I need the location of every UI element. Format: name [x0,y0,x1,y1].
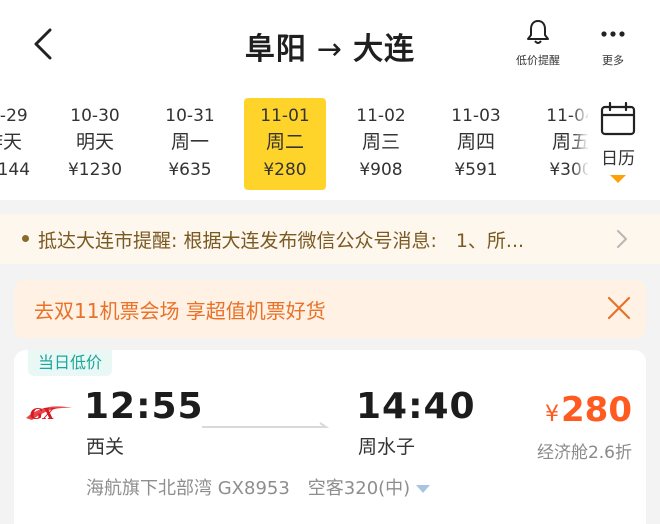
more-button[interactable]: 更多 [590,18,636,68]
promo-banner[interactable]: 去双11机票会场 享超值机票好货 [14,280,646,338]
expand-down-icon[interactable] [416,485,431,493]
date-label: 11-02 [356,106,406,126]
weekday-label: 周二 [265,131,304,153]
destination-city: 大连 [353,32,416,67]
flight-info-text: 海航旗下北部湾 GX8953 空客320(中) [86,478,411,499]
notice-bullet [22,235,29,242]
svg-text:GX: GX [30,405,56,423]
more-dots-icon [601,31,625,37]
calendar-icon [600,101,636,136]
date-label: 10-29 [0,106,28,126]
weekday-label: 周四 [456,131,495,153]
date-price: ¥591 [454,160,498,180]
flight-card[interactable]: 当日低价 GX 12:55 西关 14:40 周水子 ¥280 经济舱2.6折 … [14,350,646,524]
currency-symbol: ¥ [545,402,560,427]
price-amount: 280 [561,390,632,430]
origin-city: 阜阳 [244,32,307,67]
date-price: ¥908 [359,160,403,180]
date-label: 11-03 [451,106,501,126]
airline-logo: GX [26,405,72,423]
flight-price: ¥280 [545,390,632,430]
more-label: 更多 [602,54,624,67]
date-item[interactable]: 11-02 周三 ¥908 [340,98,422,190]
weekday-label: 周三 [361,131,400,153]
departure-time: 12:55 [84,386,204,427]
lowest-price-tag: 当日低价 [28,350,113,376]
weekday-label: 周一 [170,131,209,153]
date-item[interactable]: 11-03 周四 ¥591 [435,98,517,190]
date-price: ¥1144 [0,160,31,180]
chevron-right-icon [616,229,628,249]
date-selector: 10-29 昨天 ¥1144 10-30 明天 ¥1230 10-31 周一 ¥… [0,92,660,200]
date-item[interactable]: 10-31 周一 ¥635 [149,98,231,190]
header-bar: 阜阳 → 大连 低价提醒 更多 [0,0,660,92]
notice-text: 抵达大连市提醒: 根据大连发布微信公众号消息: 1、所... [38,230,525,252]
date-item[interactable]: 10-29 昨天 ¥1144 [0,98,44,190]
date-price: ¥280 [263,160,307,180]
cabin-discount: 经济舱2.6折 [536,443,632,463]
arrival-airport: 周水子 [358,436,416,458]
weekday-label: 明天 [75,131,114,153]
price-alert-label: 低价提醒 [516,54,560,67]
price-alert-button[interactable]: 低价提醒 [512,18,564,68]
date-label: 10-31 [165,106,215,126]
promo-text: 去双11机票会场 享超值机票好货 [34,299,326,323]
flight-info: 海航旗下北部湾 GX8953 空客320(中) [86,474,431,500]
arrival-time: 14:40 [356,386,476,427]
close-icon[interactable] [604,293,634,323]
weekday-label: 昨天 [0,131,22,153]
date-label: 10-30 [70,106,120,126]
departure-airport: 西关 [86,436,125,458]
date-price: ¥635 [168,160,212,180]
date-item-selected[interactable]: 11-01 周二 ¥280 [244,98,326,190]
date-label: 11-01 [260,106,310,126]
date-price: ¥1230 [67,160,123,180]
calendar-dropdown-icon [610,175,626,183]
bell-icon [527,20,549,44]
date-item[interactable]: 10-30 明天 ¥1230 [54,98,136,190]
calendar-button[interactable]: 日历 [588,100,648,200]
calendar-label: 日历 [601,149,635,169]
arrival-notice[interactable]: 抵达大连市提醒: 根据大连发布微信公众号消息: 1、所... [0,214,660,264]
route-arrow: → [316,32,344,67]
flight-route-line [202,422,330,428]
